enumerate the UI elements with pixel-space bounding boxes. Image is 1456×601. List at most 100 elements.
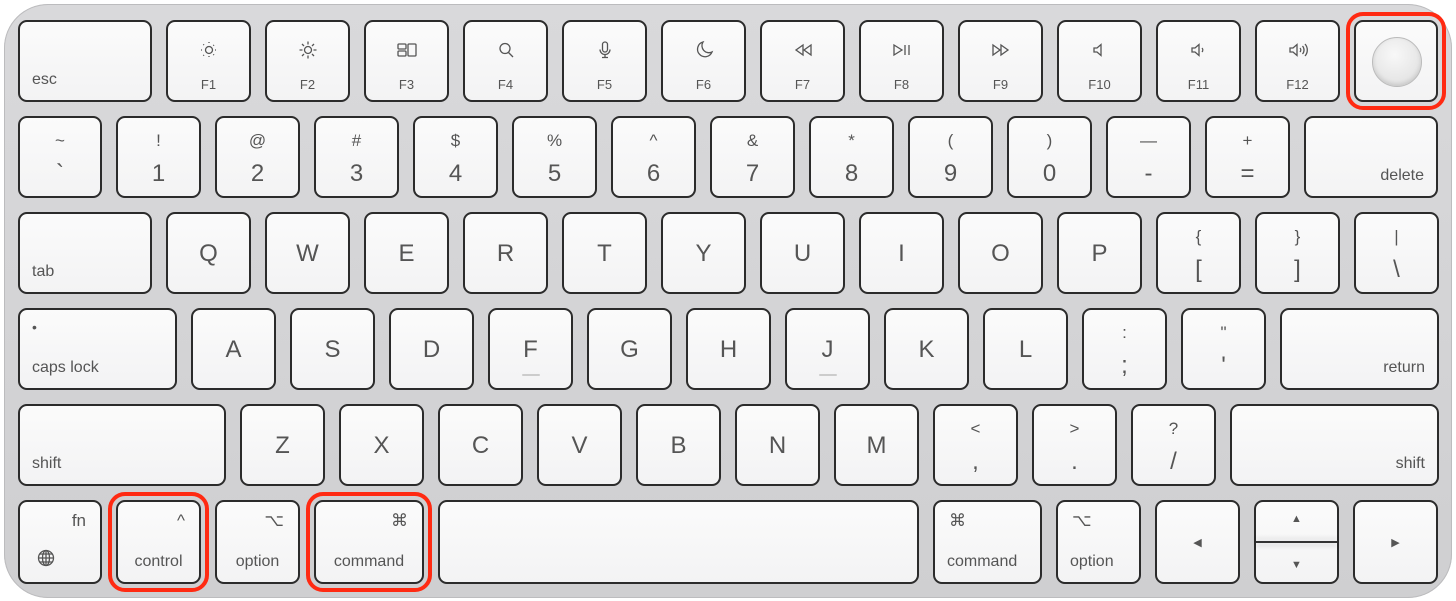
key-w[interactable]: W: [265, 212, 350, 294]
key-shift-left[interactable]: shift: [18, 404, 226, 486]
key-l[interactable]: L: [983, 308, 1068, 390]
key-rbracket[interactable]: }]: [1255, 212, 1340, 294]
shift-symbol: #: [351, 131, 362, 150]
key-label: .: [1071, 448, 1078, 475]
key-label: F7: [794, 77, 811, 92]
key-1[interactable]: ! 1: [116, 116, 201, 198]
key-label: =: [1240, 160, 1255, 187]
key-arrow-right[interactable]: ▶: [1353, 500, 1438, 584]
key-arrow-left[interactable]: ◀: [1155, 500, 1240, 584]
key-f11[interactable]: F11: [1156, 20, 1241, 102]
shift-symbol: ~: [55, 131, 65, 150]
key-4[interactable]: $4: [413, 116, 498, 198]
key-z[interactable]: Z: [240, 404, 325, 486]
key-label: 6: [646, 160, 661, 187]
shift-symbol: ): [1046, 131, 1053, 150]
key-label: R: [496, 240, 515, 267]
key-f5[interactable]: F5: [562, 20, 647, 102]
key-g[interactable]: G: [587, 308, 672, 390]
key-fn[interactable]: fn: [18, 500, 102, 584]
key-lbracket[interactable]: {[: [1156, 212, 1241, 294]
home-row-bump: [521, 374, 540, 376]
key-f3[interactable]: F3: [364, 20, 449, 102]
key-m[interactable]: M: [834, 404, 919, 486]
key-touch-id[interactable]: [1346, 12, 1446, 110]
key-shift-right[interactable]: shift: [1230, 404, 1439, 486]
key-7[interactable]: & 7: [710, 116, 795, 198]
key-esc[interactable]: esc: [18, 20, 152, 102]
key-6[interactable]: ^ 6: [611, 116, 696, 198]
key-semicolon[interactable]: :;: [1082, 308, 1167, 390]
key-v[interactable]: V: [537, 404, 622, 486]
key-d[interactable]: D: [389, 308, 474, 390]
key-u[interactable]: U: [760, 212, 845, 294]
key-2[interactable]: @2: [215, 116, 300, 198]
shift-symbol: %: [546, 131, 563, 150]
key-return[interactable]: return: [1280, 308, 1439, 390]
shift-symbol: >: [1069, 419, 1080, 438]
key-f7[interactable]: F7: [760, 20, 845, 102]
key-label: tab: [32, 263, 55, 280]
key-f6[interactable]: F6: [661, 20, 746, 102]
key-label: F10: [1088, 77, 1111, 92]
key-f8[interactable]: F8: [859, 20, 944, 102]
key-control[interactable]: ^ control: [108, 492, 209, 592]
key-j[interactable]: J: [785, 308, 870, 390]
key-c[interactable]: C: [438, 404, 523, 486]
key-f[interactable]: F: [488, 308, 573, 390]
volume-down-icon: [1189, 40, 1209, 60]
key-h[interactable]: H: [686, 308, 771, 390]
play-pause-icon: [892, 40, 912, 60]
key-q[interactable]: Q: [166, 212, 251, 294]
key-equals[interactable]: + =: [1205, 116, 1290, 198]
key-caps-lock[interactable]: caps lock •: [18, 308, 177, 390]
key-label: F1: [200, 77, 217, 92]
key-tab[interactable]: tab: [18, 212, 152, 294]
key-o[interactable]: O: [958, 212, 1043, 294]
key-i[interactable]: I: [859, 212, 944, 294]
key-r[interactable]: R: [463, 212, 548, 294]
key-delete[interactable]: delete: [1304, 116, 1438, 198]
key-x[interactable]: X: [339, 404, 424, 486]
key-label: T: [597, 240, 612, 267]
key-p[interactable]: P: [1057, 212, 1142, 294]
key-backtick[interactable]: ~ `: [18, 116, 102, 198]
key-9[interactable]: (9: [908, 116, 993, 198]
key-f4[interactable]: F4: [463, 20, 548, 102]
key-f12[interactable]: F12: [1255, 20, 1340, 102]
shift-symbol: |: [1394, 227, 1399, 246]
key-option-right[interactable]: ⌥ option: [1056, 500, 1141, 584]
key-label: F12: [1286, 77, 1309, 92]
key-k[interactable]: K: [884, 308, 969, 390]
key-minus[interactable]: — -: [1106, 116, 1191, 198]
key-y[interactable]: Y: [661, 212, 746, 294]
key-comma[interactable]: <,: [933, 404, 1018, 486]
key-space[interactable]: [438, 500, 919, 584]
key-a[interactable]: A: [191, 308, 276, 390]
key-command-right[interactable]: ⌘ command: [933, 500, 1042, 584]
key-0[interactable]: ) 0: [1007, 116, 1092, 198]
shift-symbol: $: [450, 131, 461, 150]
key-f2[interactable]: F2: [265, 20, 350, 102]
key-s[interactable]: S: [290, 308, 375, 390]
key-option-left[interactable]: ⌥ option: [215, 500, 300, 584]
key-label: J: [821, 336, 834, 363]
key-5[interactable]: % 5: [512, 116, 597, 198]
key-arrow-up-down[interactable]: ▲ ▼: [1254, 500, 1339, 584]
key-quote[interactable]: " ': [1181, 308, 1266, 390]
key-e[interactable]: E: [364, 212, 449, 294]
key-3[interactable]: #3: [314, 116, 399, 198]
key-label: F8: [893, 77, 910, 92]
key-command-left[interactable]: ⌘ command: [306, 492, 432, 592]
key-n[interactable]: N: [735, 404, 820, 486]
key-backslash[interactable]: | \: [1354, 212, 1439, 294]
key-f9[interactable]: F9: [958, 20, 1043, 102]
key-8[interactable]: * 8: [809, 116, 894, 198]
key-slash[interactable]: ? /: [1131, 404, 1216, 486]
key-label: 1: [151, 160, 166, 187]
key-t[interactable]: T: [562, 212, 647, 294]
key-f10[interactable]: F10: [1057, 20, 1142, 102]
key-b[interactable]: B: [636, 404, 721, 486]
key-f1[interactable]: F1: [166, 20, 251, 102]
key-period[interactable]: >.: [1032, 404, 1117, 486]
